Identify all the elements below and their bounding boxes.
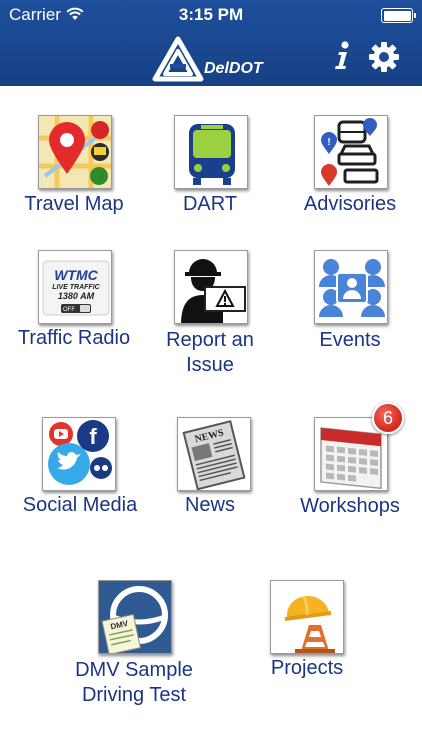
battery-icon (381, 8, 416, 23)
tile-label: Report an Issue (166, 329, 254, 376)
settings-button[interactable] (368, 41, 400, 73)
tile-events[interactable]: Events (290, 250, 410, 360)
svg-text:f: f (89, 424, 97, 449)
tile-report-issue[interactable]: Report an Issue (150, 250, 270, 380)
bus-icon (174, 115, 248, 189)
tile-label: DART (182, 193, 238, 215)
tile-traffic-radio[interactable]: WTMC LIVE TRAFFIC 1380 AM OFF Traffic Ra… (14, 250, 134, 360)
app-header: Carrier 3:15 PM DelDOT (0, 0, 422, 86)
worker-warning-icon (174, 250, 248, 324)
tile-label: Workshops (300, 495, 400, 517)
tile-label: Traffic Radio (17, 327, 131, 349)
deldot-logo: DelDOT (152, 36, 272, 82)
vehicles-alert-icon: ! (314, 115, 388, 189)
tile-dmv-test[interactable]: DMV DMV Sample Driving Test (66, 580, 202, 710)
steering-wheel-icon: DMV (98, 580, 172, 654)
status-time: 3:15 PM (178, 5, 244, 24)
radio-subtitle: LIVE TRAFFIC (52, 284, 100, 291)
tile-advisories[interactable]: ! Advisories (290, 115, 410, 225)
tile-label: News (184, 494, 235, 516)
tile-label: Projects (270, 657, 344, 679)
map-pin-icon (38, 115, 112, 189)
hardhat-cone-icon (270, 580, 344, 654)
radio-icon: WTMC LIVE TRAFFIC 1380 AM OFF (38, 250, 112, 324)
info-button[interactable] (330, 40, 354, 72)
people-group-icon (314, 250, 388, 324)
info-icon (335, 41, 349, 69)
svg-text:!: ! (327, 137, 330, 148)
tile-label: Advisories (303, 193, 397, 215)
tile-label: Travel Map (24, 193, 124, 215)
tile-social-media[interactable]: f Social Media (14, 417, 146, 527)
status-bar: Carrier 3:15 PM (0, 0, 422, 30)
tile-label: Social Media (22, 494, 138, 516)
radio-switch-label: OFF (63, 307, 75, 313)
tile-travel-map[interactable]: Travel Map (14, 115, 134, 225)
tile-news[interactable]: NEWS News (150, 417, 270, 527)
tile-projects[interactable]: Projects (247, 580, 367, 690)
newspaper-icon: NEWS (177, 417, 251, 491)
radio-frequency: 1380 AM (58, 291, 95, 301)
notification-badge: 6 (372, 402, 404, 434)
gear-icon (369, 42, 399, 72)
social-bubbles-icon: f (42, 417, 116, 491)
logo-text: DelDOT (204, 60, 263, 77)
deldot-triangle-icon (152, 36, 204, 82)
tile-dart[interactable]: DART (150, 115, 270, 225)
tile-label: DMV Sample Driving Test (75, 659, 193, 706)
tile-label: Events (319, 329, 381, 351)
radio-call-sign: WTMC (54, 267, 98, 283)
tile-workshops[interactable]: 6 Workshops (290, 402, 410, 527)
